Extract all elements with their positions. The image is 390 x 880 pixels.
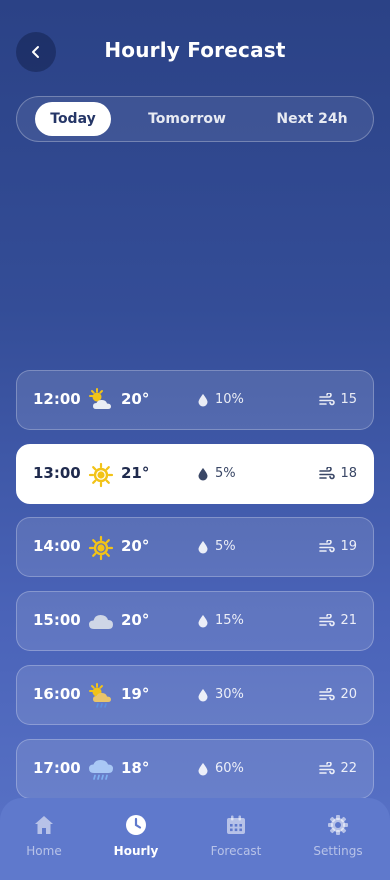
droplet-icon [198,467,208,480]
wind: 21 [319,613,357,628]
droplet-icon [198,614,208,627]
droplet-icon [198,393,208,406]
sun-icon [88,462,114,488]
droplet-icon [198,540,208,553]
nav-label: Hourly [113,844,159,858]
wind-icon [319,539,336,552]
wind-value: 20 [340,687,357,702]
wind-icon [319,466,336,479]
forecast-row[interactable]: 15:00 20° 15% 21 [16,591,374,651]
forecast-row[interactable]: 12:00 20° 10% 15 [16,370,374,430]
nav-label: Home [26,844,62,858]
wind-value: 19 [340,539,357,554]
wind-icon [319,392,336,405]
header: Hourly Forecast [0,0,390,100]
wind-value: 15 [340,392,357,407]
wind: 20 [319,687,357,702]
nav-label: Settings [313,844,363,858]
nav-label: Forecast [210,844,262,858]
wind: 15 [319,392,357,407]
wind-value: 21 [340,613,357,628]
forecast-temp: 20° [121,611,150,629]
forecast-time: 13:00 [33,464,81,482]
bottom-nav: Home Hourly Forecast Settings [0,798,390,880]
precipitation: 60% [197,761,244,776]
clock-icon [126,815,146,835]
precipitation-value: 10% [215,392,244,407]
wind-value: 22 [340,761,357,776]
calendar-icon [227,815,245,834]
nav-forecast[interactable]: Forecast [196,814,276,858]
forecast-row-selected[interactable]: 13:00 21° 5% 18 [16,444,374,504]
cloud-icon [89,615,113,629]
wind: 19 [319,539,357,554]
wind: 22 [319,761,357,776]
forecast-time: 15:00 [33,611,81,629]
precipitation: 10% [197,392,244,407]
day-segmented-control: Today Tomorrow Next 24h [16,96,374,142]
precipitation: 15% [197,613,244,628]
forecast-row[interactable]: 17:00 18° 60% 22 [16,739,374,799]
precipitation-value: 15% [215,613,244,628]
nav-settings[interactable]: Settings [298,814,378,858]
sun-rain-cloud-icon [89,683,111,708]
wind-value: 18 [340,466,357,481]
sun-icon [88,535,114,561]
wind-icon [319,687,336,700]
tab-today[interactable]: Today [35,102,111,136]
precipitation: 5% [197,539,236,554]
precipitation-value: 5% [215,539,236,554]
forecast-time: 16:00 [33,685,81,703]
forecast-temp: 21° [121,464,150,482]
droplet-icon [198,688,208,701]
wind-icon [319,761,336,774]
precipitation: 30% [197,687,244,702]
precipitation: 5% [197,466,236,481]
gear-icon [328,815,348,835]
forecast-temp: 19° [121,685,150,703]
forecast-time: 17:00 [33,759,81,777]
forecast-temp: 20° [121,390,150,408]
page-title: Hourly Forecast [104,38,286,62]
forecast-row[interactable]: 16:00 19° 30% 20 [16,665,374,725]
forecast-time: 12:00 [33,390,81,408]
precipitation-value: 30% [215,687,244,702]
precipitation-value: 5% [215,466,236,481]
rain-cloud-icon [89,760,113,780]
forecast-temp: 18° [121,759,150,777]
home-icon [35,816,53,834]
nav-home[interactable]: Home [4,814,84,858]
wind-icon [319,613,336,626]
tab-next-24h[interactable]: Next 24h [267,102,357,136]
nav-hourly[interactable]: Hourly [96,814,176,858]
forecast-time: 14:00 [33,537,81,555]
tab-tomorrow[interactable]: Tomorrow [139,102,235,136]
forecast-temp: 20° [121,537,150,555]
droplet-icon [198,762,208,775]
wind: 18 [319,466,357,481]
precipitation-value: 60% [215,761,244,776]
forecast-row[interactable]: 14:00 20° 5% 19 [16,517,374,577]
partly-sunny-icon [89,388,111,409]
